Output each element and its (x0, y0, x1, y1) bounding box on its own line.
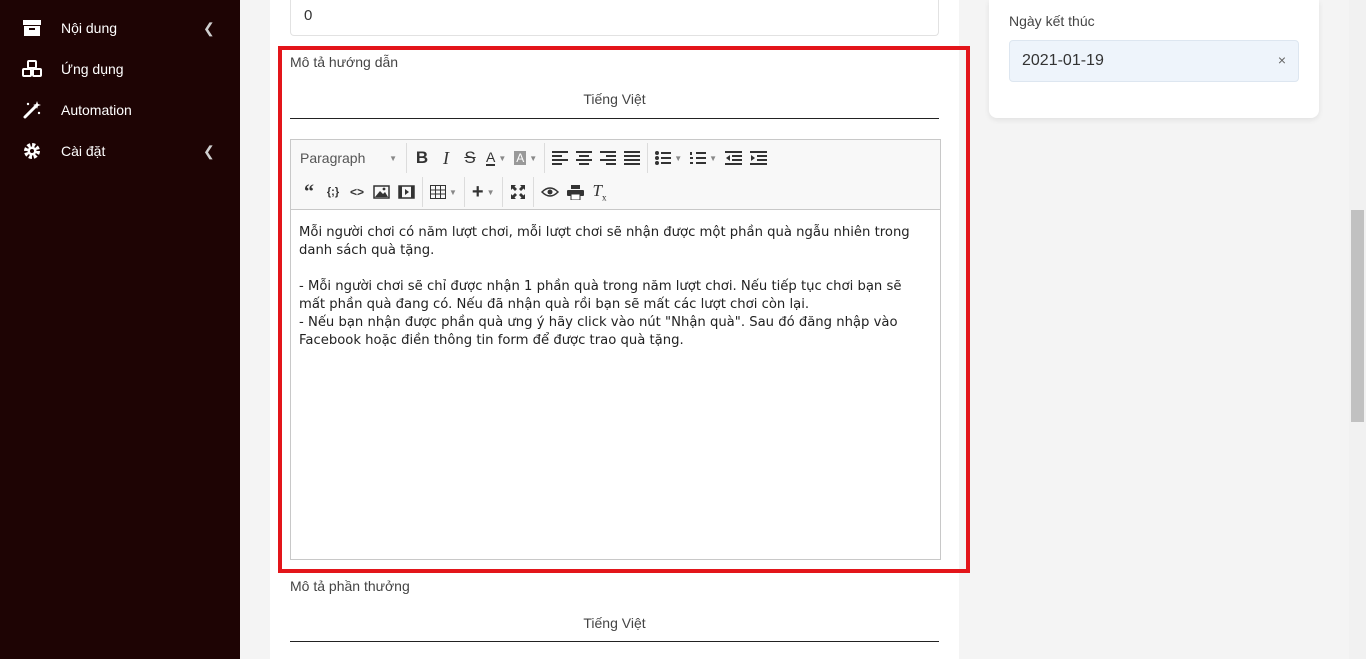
rich-text-editor: Paragraph ▼ B I S A ▼ A ▼ ▼ ▼ “ {;} <> ▼… (290, 139, 941, 560)
table-icon (430, 185, 446, 199)
insert-image-button[interactable] (369, 179, 394, 205)
toolbar-divider (647, 143, 649, 173)
insert-more-button[interactable]: + ▼ (468, 179, 499, 205)
reward-label: Mô tả phần thưởng (290, 578, 410, 594)
editor-toolbar: Paragraph ▼ B I S A ▼ A ▼ ▼ ▼ “ {;} <> ▼… (291, 140, 940, 210)
sidebar-item-noi-dung[interactable]: Nội dung ❮ (0, 8, 240, 48)
font-color-button[interactable]: A ▼ (482, 145, 510, 171)
bullet-list-button[interactable]: ▼ (651, 145, 686, 171)
bullet-list-icon (655, 151, 672, 165)
end-date-value: 2021-01-19 (1022, 52, 1104, 69)
code-button[interactable]: <> (345, 179, 369, 205)
toolbar-divider (501, 177, 503, 207)
clear-format-icon: Tx (592, 181, 607, 203)
sidebar-item-label: Ứng dụng (61, 61, 124, 77)
align-right-button[interactable] (596, 145, 620, 171)
chevron-down-icon: ▼ (486, 187, 495, 197)
chevron-down-icon: ▼ (389, 153, 397, 163)
blockquote-button[interactable]: “ (297, 179, 321, 205)
clear-date-icon[interactable]: × (1278, 52, 1286, 68)
font-color-icon: A (486, 149, 496, 166)
video-icon (398, 185, 415, 199)
archive-icon (22, 18, 42, 38)
end-date-input[interactable]: 2021-01-19 × (1009, 40, 1299, 82)
toolbar-row: “ {;} <> ▼ + ▼ Tx (291, 175, 940, 209)
align-right-icon (600, 151, 617, 165)
align-center-icon (576, 151, 593, 165)
tab-tieng-viet[interactable]: Tiếng Việt (290, 91, 939, 107)
tab-underline (290, 641, 939, 642)
align-justify-icon (624, 151, 641, 165)
tab-tieng-viet[interactable]: Tiếng Việt (290, 615, 939, 631)
numbered-list-button[interactable]: ▼ (686, 145, 721, 171)
magic-wand-icon (22, 100, 42, 120)
indent-button[interactable] (746, 145, 771, 171)
insert-table-button[interactable]: ▼ (426, 179, 461, 205)
chevron-down-icon: ▼ (498, 153, 507, 163)
sidebar-item-label: Automation (61, 102, 132, 118)
gear-icon (22, 141, 42, 161)
highlight-color-icon: A (514, 151, 527, 165)
chevron-left-icon: ❮ (203, 142, 215, 159)
align-left-button[interactable] (548, 145, 572, 171)
toolbar-divider (544, 143, 546, 173)
align-left-icon (552, 151, 569, 165)
align-justify-button[interactable] (620, 145, 644, 171)
chevron-down-icon: ▼ (674, 153, 683, 163)
editor-content[interactable]: Mỗi người chơi có năm lượt chơi, mỗi lượ… (299, 224, 931, 350)
preview-button[interactable] (537, 179, 563, 205)
sidebar-item-label: Cài đặt (61, 143, 106, 159)
toolbar-divider (463, 177, 465, 207)
chevron-down-icon: ▼ (709, 153, 718, 163)
editor-paragraph: - Mỗi người chơi sẽ chỉ được nhận 1 phần… (299, 279, 906, 312)
outdent-icon (725, 151, 743, 165)
highlight-color-button[interactable]: A ▼ (510, 145, 541, 171)
image-icon (373, 185, 390, 199)
italic-button[interactable]: I (434, 145, 458, 171)
tab-underline (290, 118, 939, 119)
sidebar-item-label: Nội dung (61, 20, 118, 36)
chevron-down-icon: ▼ (449, 187, 457, 197)
sidebar-item-automation[interactable]: Automation (0, 90, 240, 130)
numbered-list-icon (690, 152, 707, 164)
number-input[interactable]: 0 (290, 0, 939, 36)
chevron-left-icon: ❮ (203, 19, 215, 36)
toolbar-row: Paragraph ▼ B I S A ▼ A ▼ ▼ ▼ (291, 141, 940, 175)
insert-variable-button[interactable]: {;} (321, 179, 345, 205)
toolbar-divider (422, 177, 423, 207)
chevron-down-icon: ▼ (529, 153, 538, 163)
indent-icon (750, 151, 768, 165)
align-center-button[interactable] (572, 145, 596, 171)
editor-paragraph: - Nếu bạn nhận được phần quà ưng ý hãy c… (299, 315, 902, 348)
fullscreen-button[interactable] (506, 179, 530, 205)
sidebar-item-ung-dung[interactable]: Ứng dụng (0, 49, 240, 89)
plus-icon: + (471, 180, 484, 203)
bold-button[interactable]: B (410, 145, 434, 171)
eye-icon (540, 187, 559, 197)
paragraph-format-label: Paragraph (300, 150, 366, 166)
toolbar-divider (532, 177, 534, 207)
strikethrough-button[interactable]: S (458, 145, 482, 171)
insert-video-button[interactable] (394, 179, 419, 205)
scrollbar-thumb[interactable] (1351, 210, 1364, 422)
sidebar: Nội dung ❮ Ứng dụng Automation Cài đặt ❮ (0, 0, 240, 659)
clear-formatting-button[interactable]: Tx (588, 179, 612, 205)
print-button[interactable] (563, 179, 588, 205)
print-icon (566, 184, 584, 200)
paragraph-format-select[interactable]: Paragraph ▼ (291, 145, 403, 171)
end-date-label: Ngày kết thúc (1009, 13, 1095, 29)
instructions-label: Mô tả hướng dẫn (290, 54, 399, 70)
toolbar-divider (406, 143, 407, 173)
outdent-button[interactable] (721, 145, 746, 171)
expand-icon (510, 185, 525, 199)
editor-paragraph: Mỗi người chơi có năm lượt chơi, mỗi lượ… (299, 225, 914, 258)
cubes-icon (22, 59, 42, 79)
sidebar-item-cai-dat[interactable]: Cài đặt ❮ (0, 131, 240, 171)
